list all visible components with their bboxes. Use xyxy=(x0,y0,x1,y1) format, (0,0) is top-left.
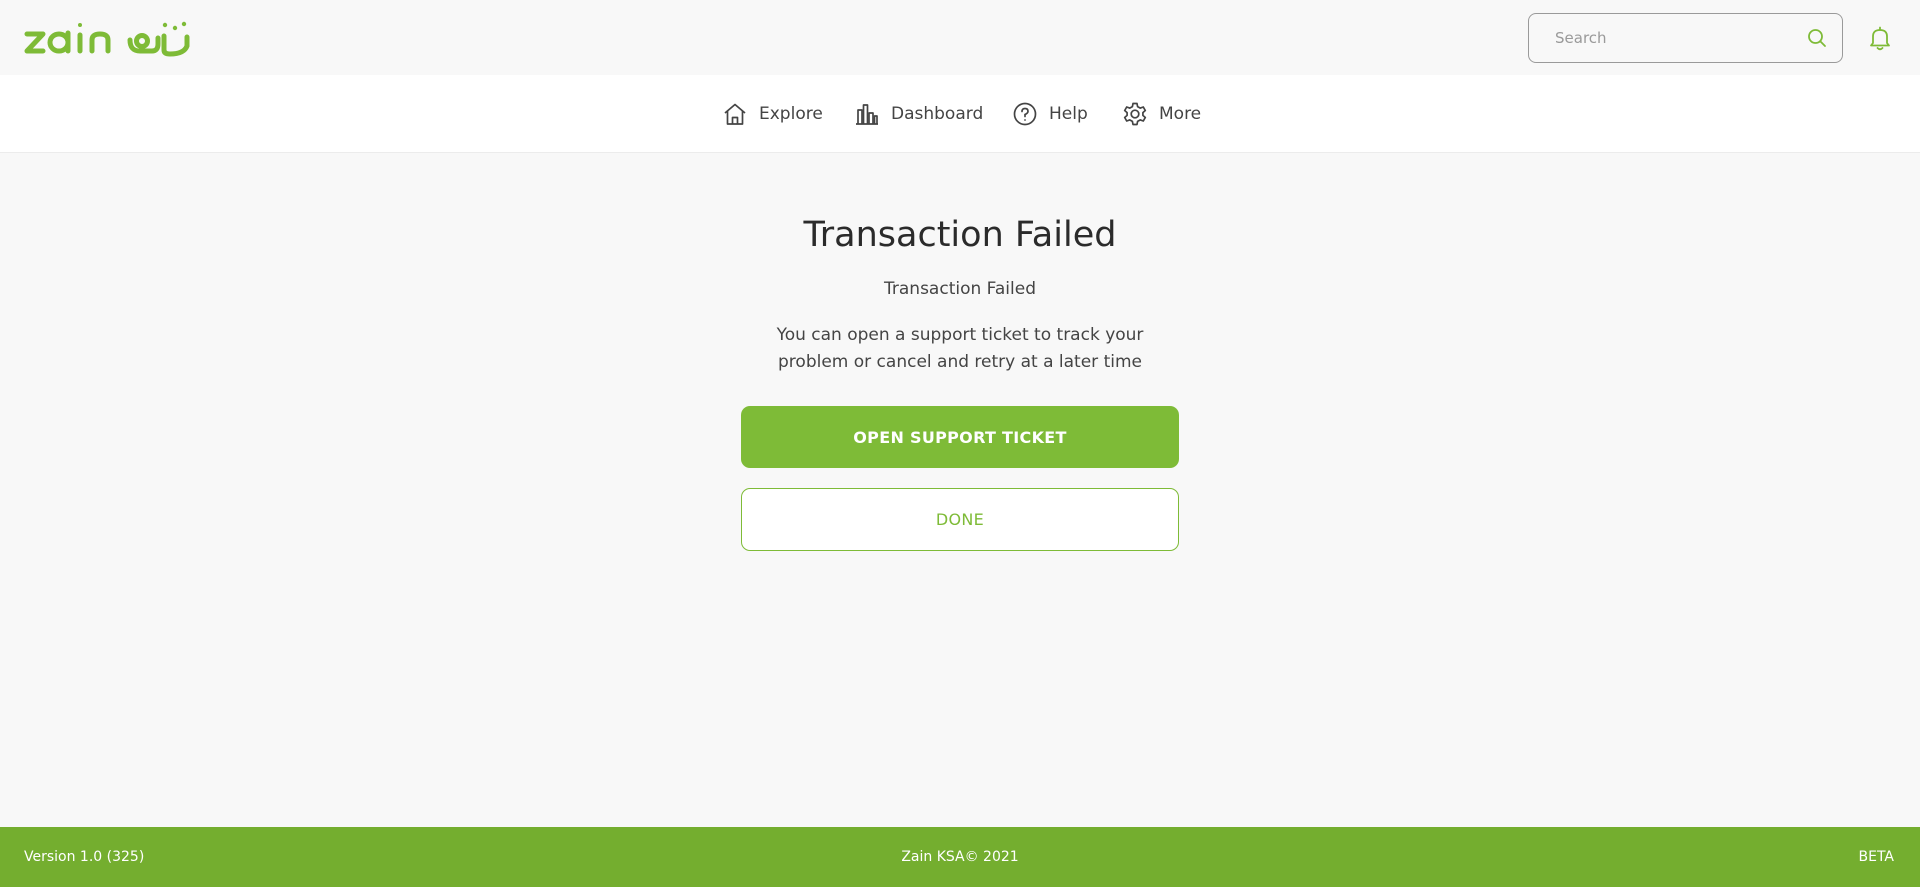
nav-item-more[interactable]: More xyxy=(1122,75,1201,153)
page-title: Transaction Failed xyxy=(803,215,1117,255)
nav-item-label: Explore xyxy=(759,104,823,124)
beta-badge: BETA xyxy=(1858,849,1895,865)
copyright-label: Zain KSA© 2021 xyxy=(901,849,1019,865)
bell-icon[interactable] xyxy=(1866,24,1894,52)
nav-item-help[interactable]: Help xyxy=(1012,75,1088,153)
search-input[interactable] xyxy=(1555,29,1806,47)
footer: Version 1.0 (325) Zain KSA© 2021 BETA xyxy=(0,827,1920,887)
zain-logo[interactable] xyxy=(24,18,196,58)
gear-icon xyxy=(1122,101,1148,127)
bar-chart-icon xyxy=(854,101,880,127)
nav-item-dashboard[interactable]: Dashboard xyxy=(854,75,983,153)
open-support-ticket-button[interactable]: OPEN SUPPORT TICKET xyxy=(741,406,1179,468)
nav-item-label: More xyxy=(1159,104,1202,124)
search-box[interactable] xyxy=(1528,13,1843,63)
status-subtitle: Transaction Failed xyxy=(884,279,1036,299)
nav-item-label: Help xyxy=(1049,104,1088,124)
help-circle-icon xyxy=(1012,101,1038,127)
top-header xyxy=(0,0,1920,75)
status-message: You can open a support ticket to track y… xyxy=(776,325,1144,372)
search-icon[interactable] xyxy=(1806,27,1828,49)
done-button[interactable]: DONE xyxy=(741,488,1179,551)
nav-item-explore[interactable]: Explore xyxy=(722,75,823,153)
home-icon xyxy=(722,101,748,127)
nav-item-label: Dashboard xyxy=(891,104,984,124)
main-navigation: Explore Dashboard Help More xyxy=(0,75,1920,153)
